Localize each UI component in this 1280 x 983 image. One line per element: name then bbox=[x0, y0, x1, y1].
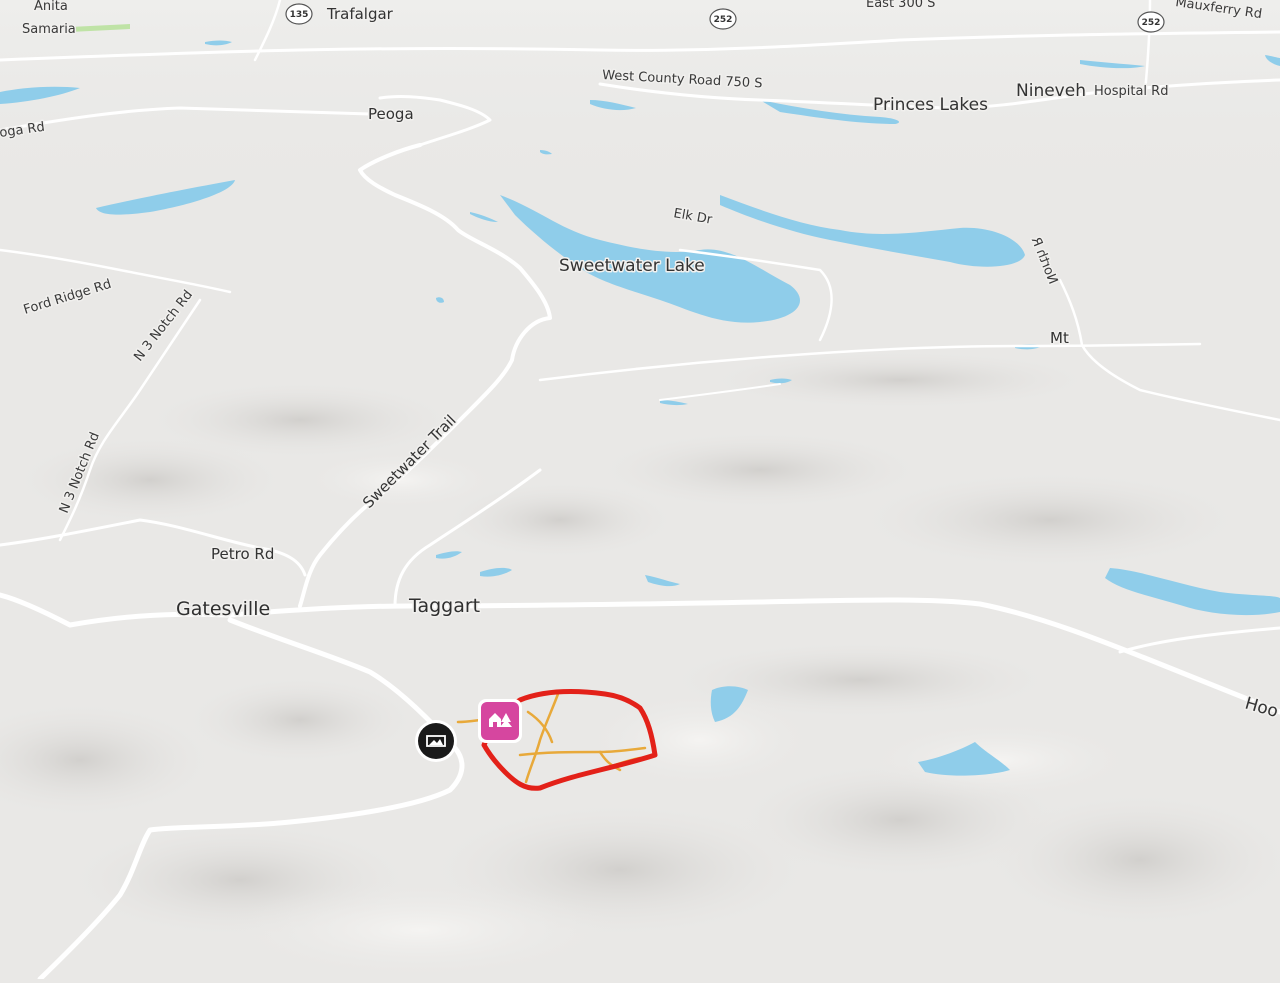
svg-text:252: 252 bbox=[714, 15, 733, 25]
place-label-gatesville: Gatesville bbox=[176, 598, 270, 620]
place-label-taggart: Taggart bbox=[408, 595, 480, 617]
map-canvas[interactable]: 135 252 252 Anita Samaria Trafalgar Peog… bbox=[0, 0, 1280, 982]
place-label-princes-lakes: Princes Lakes bbox=[873, 95, 988, 115]
route-shield-252-east: 252 bbox=[1137, 11, 1165, 33]
map-view[interactable]: 135 252 252 Anita Samaria Trafalgar Peog… bbox=[0, 0, 1280, 982]
route-shield-135: 135 bbox=[285, 3, 313, 25]
terrain-hillshade bbox=[0, 0, 1280, 980]
road-label-petro-rd: Petro Rd bbox=[211, 545, 274, 563]
route-shield-252-west: 252 bbox=[709, 8, 737, 30]
photo-viewpoint-icon[interactable] bbox=[415, 720, 457, 762]
road-label-east-300-s: East 300 S bbox=[866, 0, 935, 11]
svg-text:135: 135 bbox=[290, 10, 309, 20]
svg-text:252: 252 bbox=[1142, 18, 1161, 28]
road-label-hospital-rd: Hospital Rd bbox=[1094, 84, 1168, 99]
place-label-peoga: Peoga bbox=[368, 105, 414, 123]
place-label-nineveh: Nineveh bbox=[1016, 81, 1086, 101]
place-label-trafalgar: Trafalgar bbox=[326, 5, 394, 23]
place-label-anita: Anita bbox=[34, 0, 68, 14]
place-label-samaria: Samaria bbox=[22, 22, 76, 37]
cabin-property-icon[interactable] bbox=[478, 699, 522, 743]
place-label-mt: Mt bbox=[1050, 329, 1069, 347]
water-label-sweetwater-lake: Sweetwater Lake bbox=[559, 256, 705, 276]
